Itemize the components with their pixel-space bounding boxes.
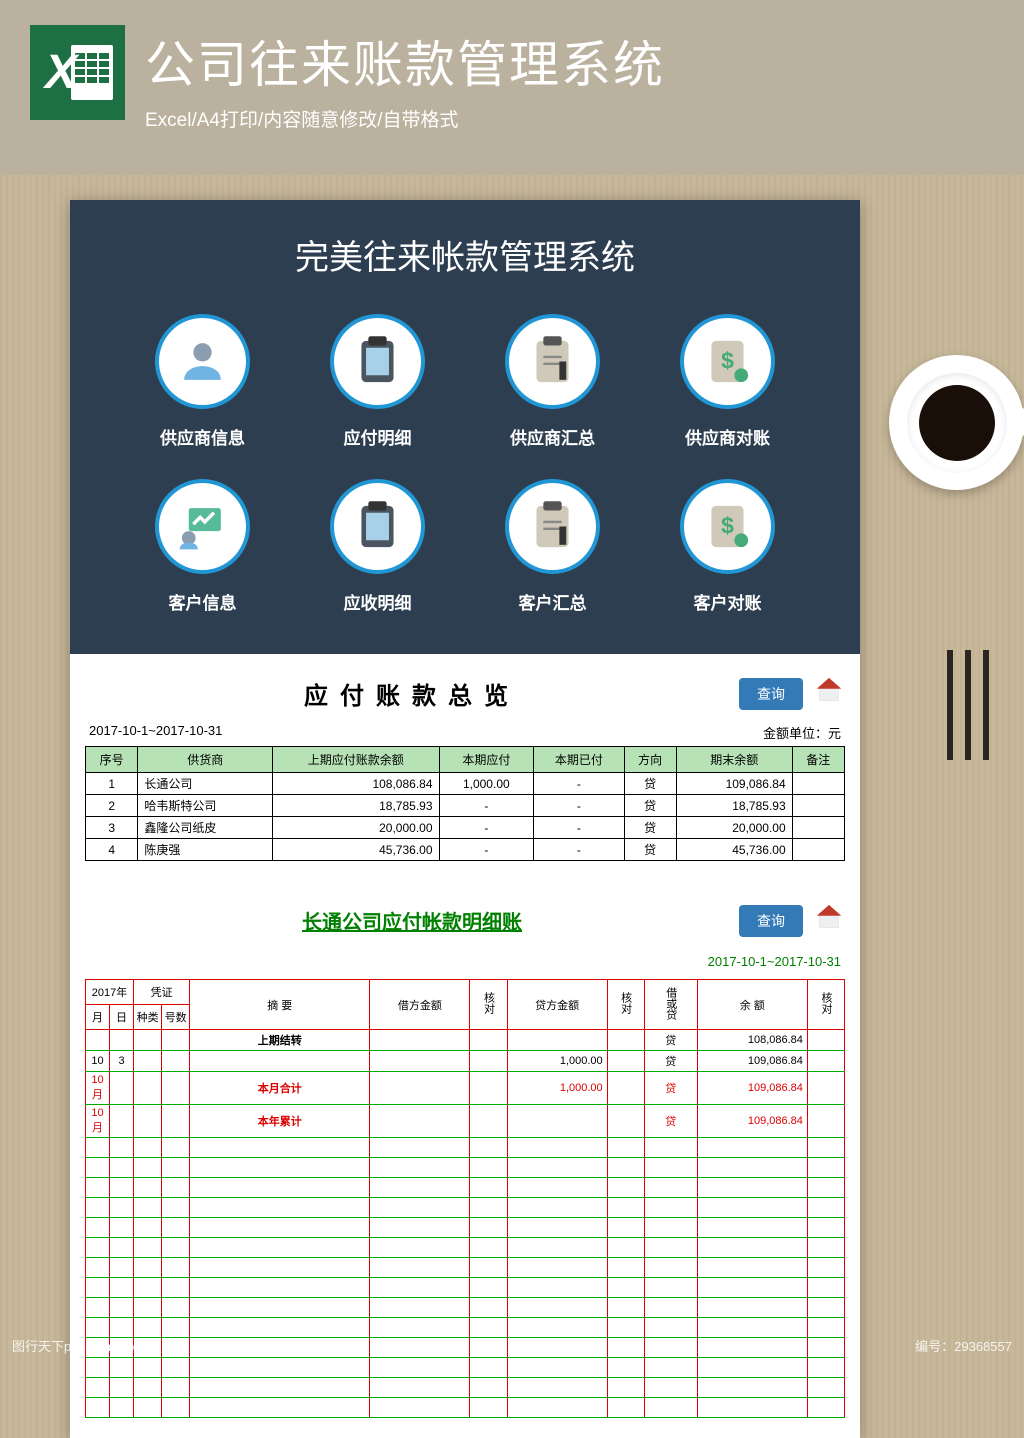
coffee-decoration <box>889 355 1024 530</box>
home-icon[interactable] <box>813 901 845 940</box>
table-row: 3鑫隆公司纸皮20,000.00--贷20,000.00 <box>86 817 845 839</box>
module-receivable-detail[interactable]: 应收明细 <box>315 479 440 614</box>
table-row <box>86 1218 845 1238</box>
table-row <box>86 1178 845 1198</box>
module-customer-info[interactable]: 客户信息 <box>140 479 265 614</box>
system-panel: 完美往来帐款管理系统 供应商信息 应付明细 供应商汇总 $ 供应商对账 客户信息 <box>70 200 860 654</box>
system-title: 完美往来帐款管理系统 <box>110 230 820 279</box>
table-row <box>86 1158 845 1178</box>
ledger-title: 长通公司应付帐款明细账 <box>85 906 739 935</box>
summary-table: 序号 供货商 上期应付账款余额 本期应付 本期已付 方向 期末余额 备注 1长通… <box>85 746 845 861</box>
table-row: 1031,000.00贷109,086.84 <box>86 1051 845 1072</box>
table-row <box>86 1318 845 1338</box>
table-row: 上期结转贷108,086.84 <box>86 1030 845 1051</box>
col-check: 核对 <box>818 992 834 1014</box>
home-icon[interactable] <box>813 674 845 713</box>
col-check: 核对 <box>618 992 634 1014</box>
module-customer-reconcile[interactable]: $ 客户对账 <box>665 479 790 614</box>
col-check: 核对 <box>481 992 497 1014</box>
table-row <box>86 1198 845 1218</box>
table-row <box>86 1378 845 1398</box>
money-icon: $ <box>700 499 755 554</box>
query-button[interactable]: 查询 <box>739 678 803 710</box>
table-row <box>86 1278 845 1298</box>
ledger-section: 长通公司应付帐款明细账 查询 2017-10-1~2017-10-31 2017… <box>70 881 860 1438</box>
table-row <box>86 1138 845 1158</box>
table-row: 1长通公司108,086.841,000.00-贷109,086.84 <box>86 773 845 795</box>
money-icon: $ <box>700 334 755 389</box>
user-icon <box>175 334 230 389</box>
report-icon <box>525 499 580 554</box>
clipboard-icon <box>350 499 405 554</box>
watermark-left: 图行天下photophoto.cn <box>12 1336 146 1355</box>
query-button[interactable]: 查询 <box>739 905 803 937</box>
table-row <box>86 1258 845 1278</box>
module-payable-detail[interactable]: 应付明细 <box>315 314 440 449</box>
report-icon <box>525 334 580 389</box>
watermark-right: 编号：29368557 <box>915 1336 1012 1355</box>
table-row <box>86 1358 845 1378</box>
svg-text:$: $ <box>721 347 734 373</box>
module-grid: 供应商信息 应付明细 供应商汇总 $ 供应商对账 客户信息 应收明细 <box>110 314 820 614</box>
table-row <box>86 1238 845 1258</box>
excel-icon: X <box>30 25 125 120</box>
summary-title: 应付账款总览 <box>85 676 739 711</box>
col-dir: 借或贷 <box>663 987 679 1020</box>
ledger-table: 2017年 凭证 摘 要 借方金额 核对 贷方金额 核对 借或贷 余 额 核对 … <box>85 979 845 1418</box>
table-row: 10月本年累计贷109,086.84 <box>86 1105 845 1138</box>
table-row <box>86 1298 845 1318</box>
ledger-date-range: 2017-10-1~2017-10-31 <box>85 950 845 973</box>
page-subtitle: Excel/A4打印/内容随意修改/自带格式 <box>145 105 665 132</box>
chart-user-icon <box>175 499 230 554</box>
date-range: 2017-10-1~2017-10-31 <box>89 723 222 742</box>
table-row <box>86 1338 845 1358</box>
summary-section: 应付账款总览 查询 2017-10-1~2017-10-31 金额单位：元 序号… <box>70 654 860 881</box>
table-row: 2哈韦斯特公司18,785.93--贷18,785.93 <box>86 795 845 817</box>
module-supplier-summary[interactable]: 供应商汇总 <box>490 314 615 449</box>
clipboard-icon <box>350 334 405 389</box>
module-supplier-reconcile[interactable]: $ 供应商对账 <box>665 314 790 449</box>
module-customer-summary[interactable]: 客户汇总 <box>490 479 615 614</box>
chopsticks-decoration <box>947 650 989 760</box>
page-title: 公司往来账款管理系统 <box>145 25 665 97</box>
header-banner: X 公司往来账款管理系统 Excel/A4打印/内容随意修改/自带格式 <box>0 0 1024 175</box>
document-preview: 完美往来帐款管理系统 供应商信息 应付明细 供应商汇总 $ 供应商对账 客户信息 <box>70 200 860 1438</box>
module-supplier-info[interactable]: 供应商信息 <box>140 314 265 449</box>
amount-unit: 金额单位：元 <box>763 723 841 742</box>
table-row: 4陈庚强45,736.00--贷45,736.00 <box>86 839 845 861</box>
table-row <box>86 1398 845 1418</box>
svg-text:$: $ <box>721 512 734 538</box>
table-row: 10月本月合计1,000.00贷109,086.84 <box>86 1072 845 1105</box>
